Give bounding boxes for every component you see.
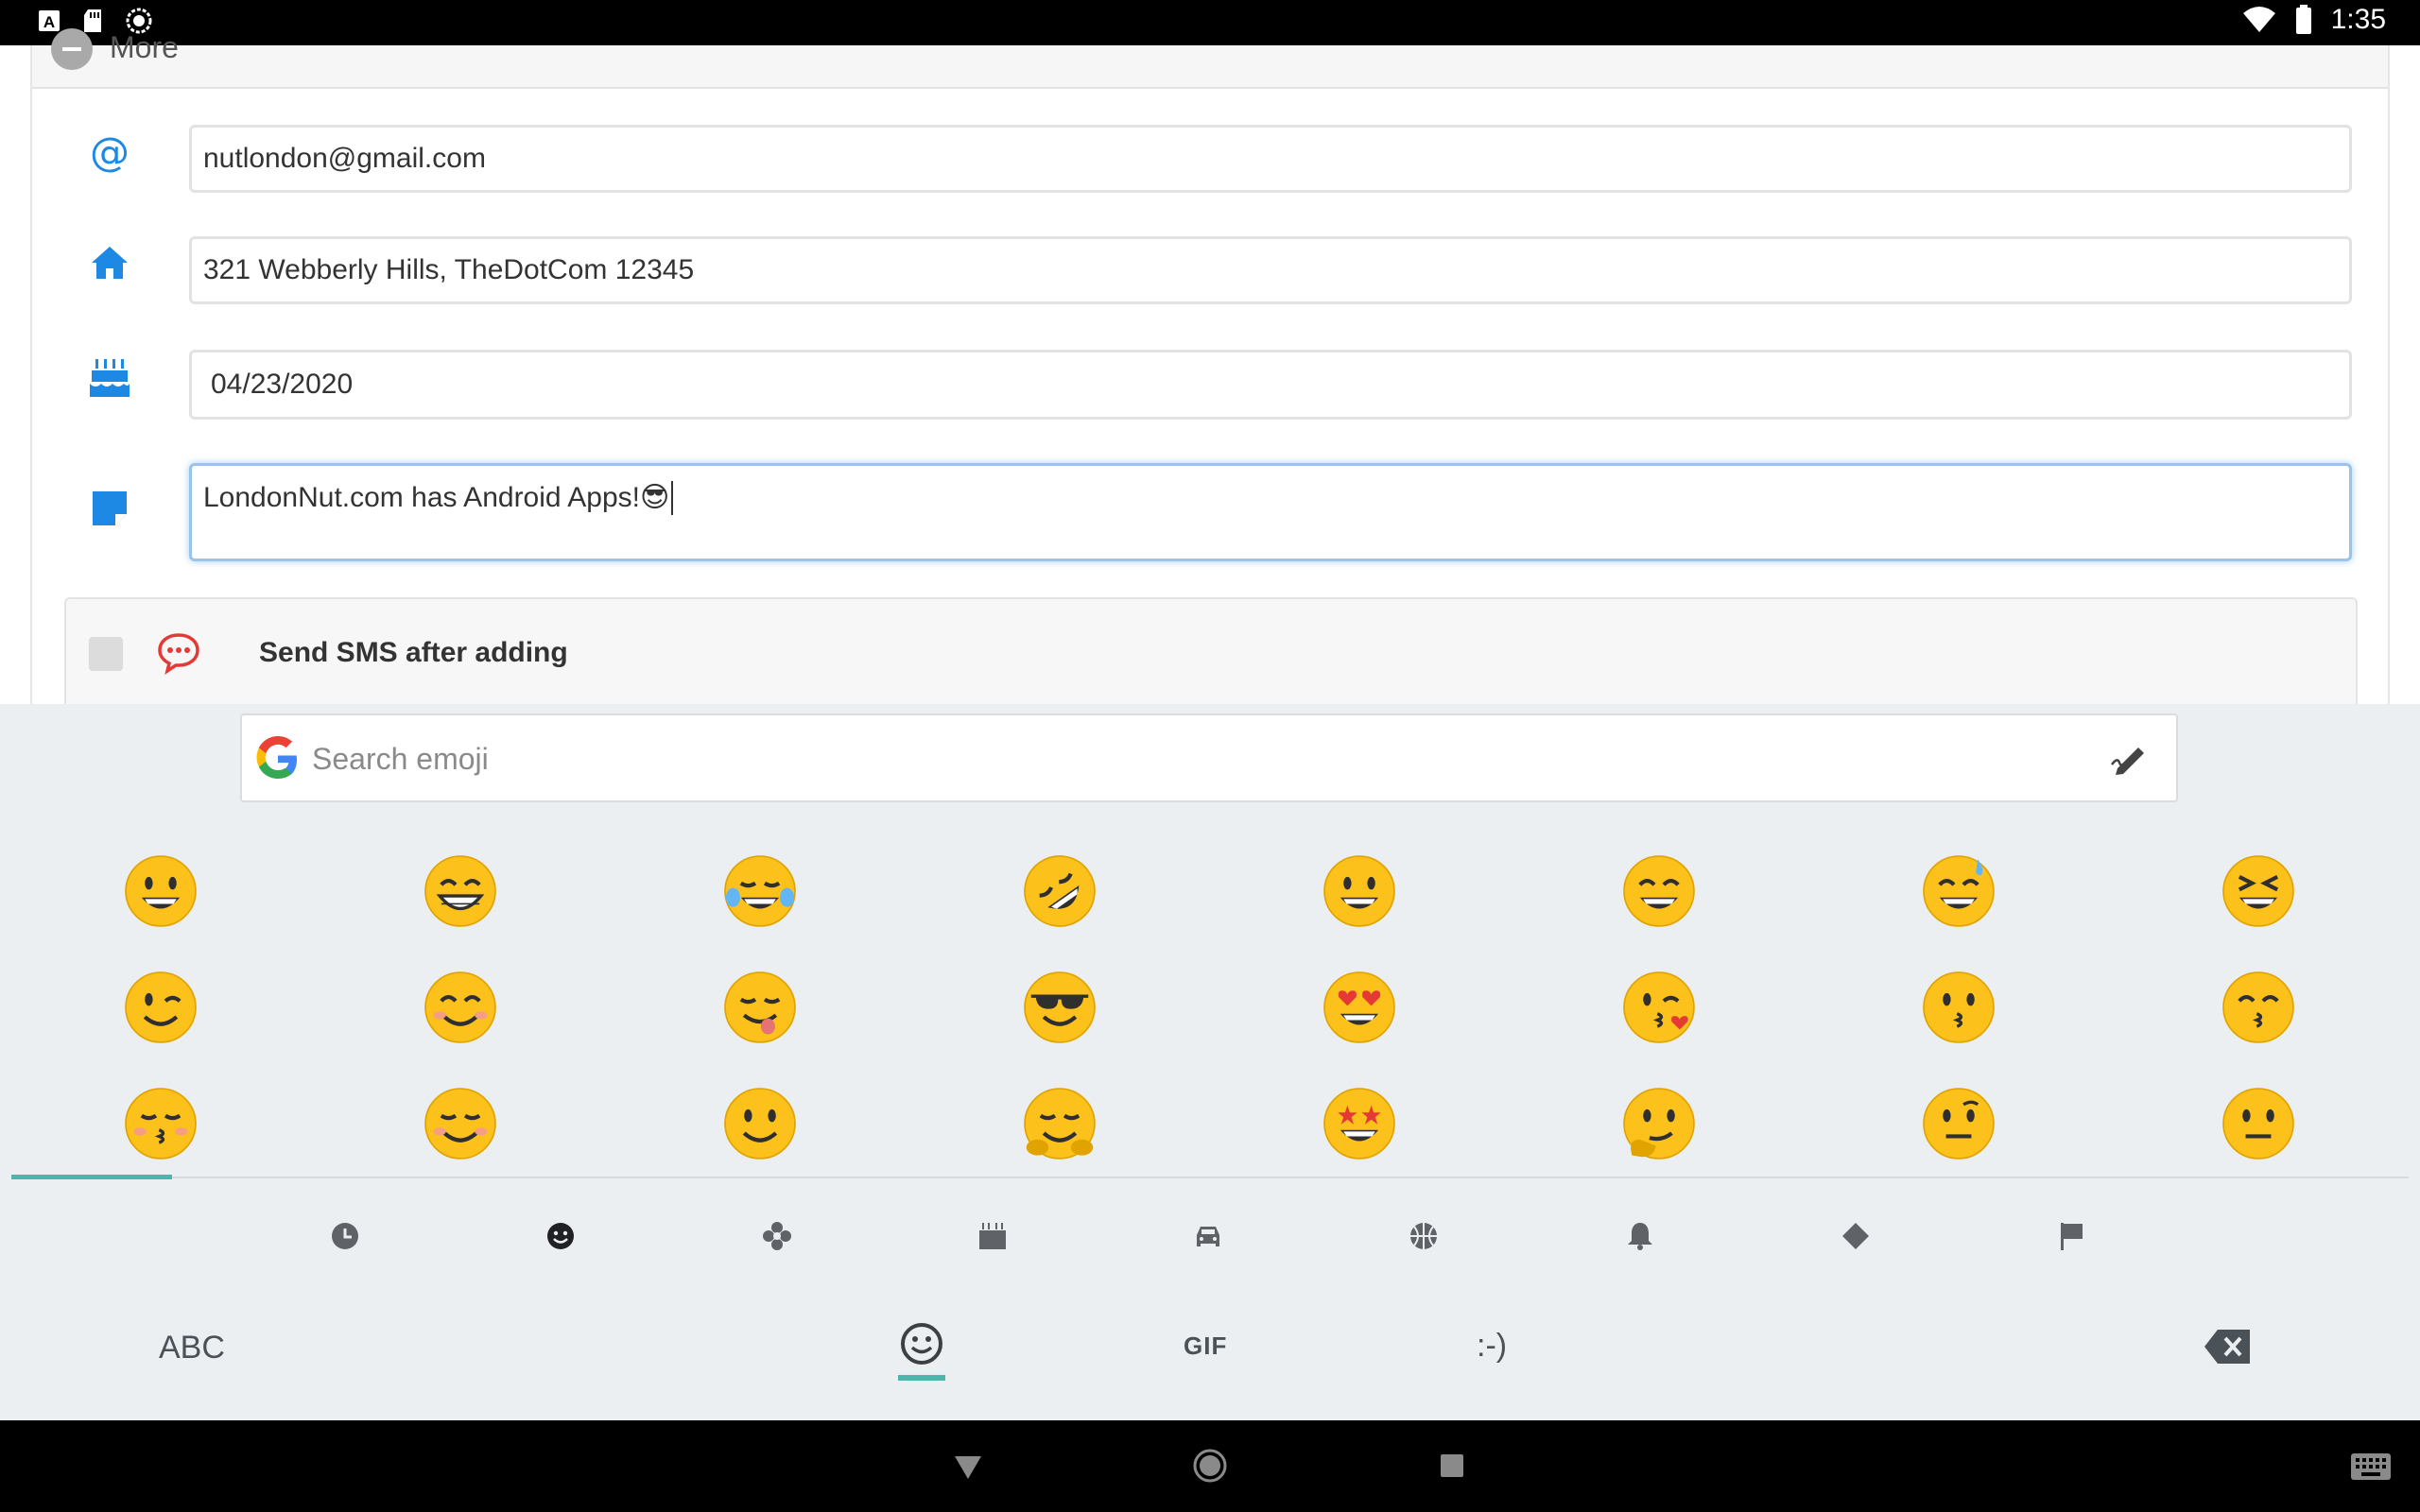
emoji-squinting-laughing[interactable] — [2213, 846, 2304, 936]
note-value: LondonNut.com has Android Apps!😎 — [203, 482, 670, 513]
sticky-note-icon — [81, 480, 138, 537]
send-sms-label: Send SMS after adding — [259, 637, 568, 668]
emoticon-key[interactable]: :-) — [1477, 1328, 1507, 1365]
battery-icon — [2295, 5, 2311, 34]
emoji-hugging[interactable] — [1014, 1078, 1105, 1169]
smiley-icon[interactable] — [537, 1212, 584, 1260]
text-cursor — [671, 481, 674, 515]
more-section-header[interactable]: More — [32, 28, 2388, 89]
tab-track — [11, 1177, 2409, 1178]
birthday-cake-icon — [81, 350, 138, 406]
google-g-icon — [256, 736, 297, 779]
emoji-kissing[interactable] — [1913, 962, 2004, 1053]
address-value: 321 Webberly Hills, TheDotCom 12345 — [203, 254, 695, 285]
emoji-grid — [0, 836, 2420, 1177]
emoji-grinning-sweat[interactable] — [1913, 846, 2004, 936]
gif-key[interactable]: GIF — [1184, 1332, 1227, 1361]
emoji-grinning-big-eyes[interactable] — [1314, 846, 1405, 936]
tab-indicator — [11, 1175, 172, 1179]
flower-icon[interactable] — [753, 1212, 801, 1260]
emoji-smiling-blush[interactable] — [415, 1078, 506, 1169]
home-icon — [81, 234, 138, 291]
clock-icon[interactable] — [321, 1212, 369, 1260]
flag-icon[interactable] — [2048, 1212, 2096, 1260]
at-icon: @ — [81, 125, 138, 181]
status-bar: A 1:35 — [0, 0, 2420, 45]
navigation-bar — [0, 1420, 2420, 1512]
car-icon[interactable] — [1184, 1212, 1232, 1260]
emoji-winking[interactable] — [115, 962, 206, 1053]
cake-icon[interactable] — [969, 1212, 1016, 1260]
chat-bubble-icon — [158, 633, 199, 675]
basketball-icon[interactable] — [1400, 1212, 1447, 1260]
keyboard-switch-icon[interactable] — [2350, 1452, 2392, 1481]
svg-text:A: A — [43, 13, 55, 31]
back-icon[interactable] — [949, 1447, 987, 1485]
emoji-sunglasses[interactable] — [1014, 962, 1105, 1053]
smiley-icon[interactable] — [898, 1320, 945, 1367]
emoji-kissing-smiling-eyes[interactable] — [2213, 962, 2304, 1053]
emoji-star-struck[interactable] — [1314, 1078, 1405, 1169]
email-field[interactable]: nutlondon@gmail.com — [189, 125, 2352, 193]
emoji-smiling-eyes[interactable] — [415, 962, 506, 1053]
birthday-value: 04/23/2020 — [211, 369, 354, 400]
emoji-category-bar — [0, 1212, 2420, 1269]
recents-icon[interactable] — [1433, 1447, 1471, 1485]
emoji-grinning[interactable] — [115, 846, 206, 936]
emoji-key-indicator — [898, 1375, 945, 1381]
pen-icon[interactable] — [2110, 744, 2148, 776]
abc-key[interactable]: ABC — [159, 1330, 225, 1366]
home-icon[interactable] — [1191, 1447, 1229, 1485]
emoji-keyboard: Search emoji ABC GIF:-) — [0, 704, 2420, 1420]
emoji-savoring-food[interactable] — [715, 962, 805, 1053]
emoji-raised-eyebrow[interactable] — [1913, 1078, 2004, 1169]
backspace-icon[interactable] — [2203, 1328, 2252, 1366]
contact-form: More @ nutlondon@gmail.com 321 Webberly … — [30, 28, 2390, 720]
emoji-thinking[interactable] — [1614, 1078, 1704, 1169]
email-value: nutlondon@gmail.com — [203, 143, 486, 174]
emoji-slightly-smiling[interactable] — [715, 1078, 805, 1169]
collapse-icon[interactable] — [51, 28, 93, 70]
emoji-neutral[interactable] — [2213, 1078, 2304, 1169]
emoji-blowing-kiss[interactable] — [1614, 962, 1704, 1053]
font-a-icon: A — [39, 10, 60, 31]
emoji-search-input[interactable]: Search emoji — [240, 713, 2178, 802]
svg-text:@: @ — [90, 131, 130, 175]
keyboard-bottom-row: ABC GIF :-) — [0, 1309, 2420, 1413]
bell-icon[interactable] — [1616, 1212, 1664, 1260]
more-label: More — [110, 30, 179, 64]
sd-card-icon — [84, 9, 101, 32]
emoji-grinning-smiling-eyes[interactable] — [1614, 846, 1704, 936]
search-placeholder: Search emoji — [312, 742, 489, 776]
send-sms-checkbox[interactable] — [89, 637, 123, 671]
emoji-heart-eyes[interactable] — [1314, 962, 1405, 1053]
emoji-tears-of-joy[interactable] — [715, 846, 805, 936]
emoji-beaming[interactable] — [415, 846, 506, 936]
send-sms-option[interactable]: Send SMS after adding — [64, 597, 2358, 720]
emoji-rolling-on-floor-laughing[interactable] — [1014, 846, 1105, 936]
note-field[interactable]: LondonNut.com has Android Apps!😎 — [189, 463, 2352, 561]
clock: 1:35 — [2330, 4, 2386, 35]
address-field[interactable]: 321 Webberly Hills, TheDotCom 12345 — [189, 236, 2352, 304]
emoji-kissing-closed-eyes[interactable] — [115, 1078, 206, 1169]
diamond-icon[interactable] — [1832, 1212, 1879, 1260]
wifi-icon — [2242, 7, 2275, 32]
birthday-field[interactable]: 04/23/2020 — [189, 350, 2352, 420]
